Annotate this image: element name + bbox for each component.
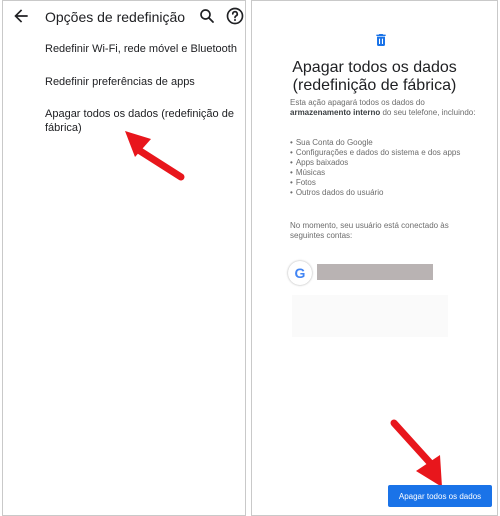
red-arrow-annotation [390, 419, 442, 487]
reset-network-option[interactable]: Redefinir Wi-Fi, rede móvel e Bluetooth [45, 42, 241, 56]
list-item: Músicas [290, 168, 480, 178]
google-letter: G [294, 265, 306, 281]
factory-reset-confirm-screen: Apagar todos os dados (redefinição de fá… [251, 0, 498, 516]
title-line-1: Apagar todos os dados [292, 59, 457, 76]
list-item: Outros dados do usuário [290, 188, 480, 198]
account-placeholder [292, 295, 448, 337]
desc-suffix: do seu telefone, incluindo: [382, 108, 476, 117]
page-title: Opções de redefinição [45, 9, 186, 25]
red-arrow-annotation [125, 131, 185, 181]
arrow-back-icon[interactable] [11, 6, 31, 26]
page-title: Apagar todos os dados (redefinição de fá… [252, 59, 497, 95]
google-icon: G [288, 261, 312, 285]
list-item: Fotos [290, 178, 480, 188]
app-bar: Opções de redefinição [3, 1, 245, 33]
search-icon[interactable] [198, 7, 216, 25]
list-item: Apps baixados [290, 158, 480, 168]
list-item: Sua Conta do Google [290, 138, 480, 148]
help-icon[interactable] [225, 6, 245, 26]
trash-icon [373, 31, 389, 49]
list-item: Configurações e dados do sistema e dos a… [290, 148, 480, 158]
erased-items-list: Sua Conta do Google Configurações e dado… [290, 138, 480, 198]
accounts-description: No momento, seu usuário está conectado à… [290, 221, 449, 240]
reset-options-screen: Opções de redefinição Redefinir Wi-Fi, r… [2, 0, 246, 516]
erase-all-data-button[interactable]: Apagar todos os dados [388, 485, 492, 507]
title-line-2: (redefinição de fábrica) [292, 77, 457, 94]
erase-description: Esta ação apagará todos os dados do arma… [290, 98, 480, 118]
reset-app-preferences-option[interactable]: Redefinir preferências de apps [45, 75, 241, 89]
desc-prefix: Esta ação apagará todos os dados do [290, 98, 425, 107]
desc-bold: armazenamento interno [290, 108, 381, 117]
account-row: G [288, 261, 438, 285]
masked-account-name [317, 264, 433, 280]
